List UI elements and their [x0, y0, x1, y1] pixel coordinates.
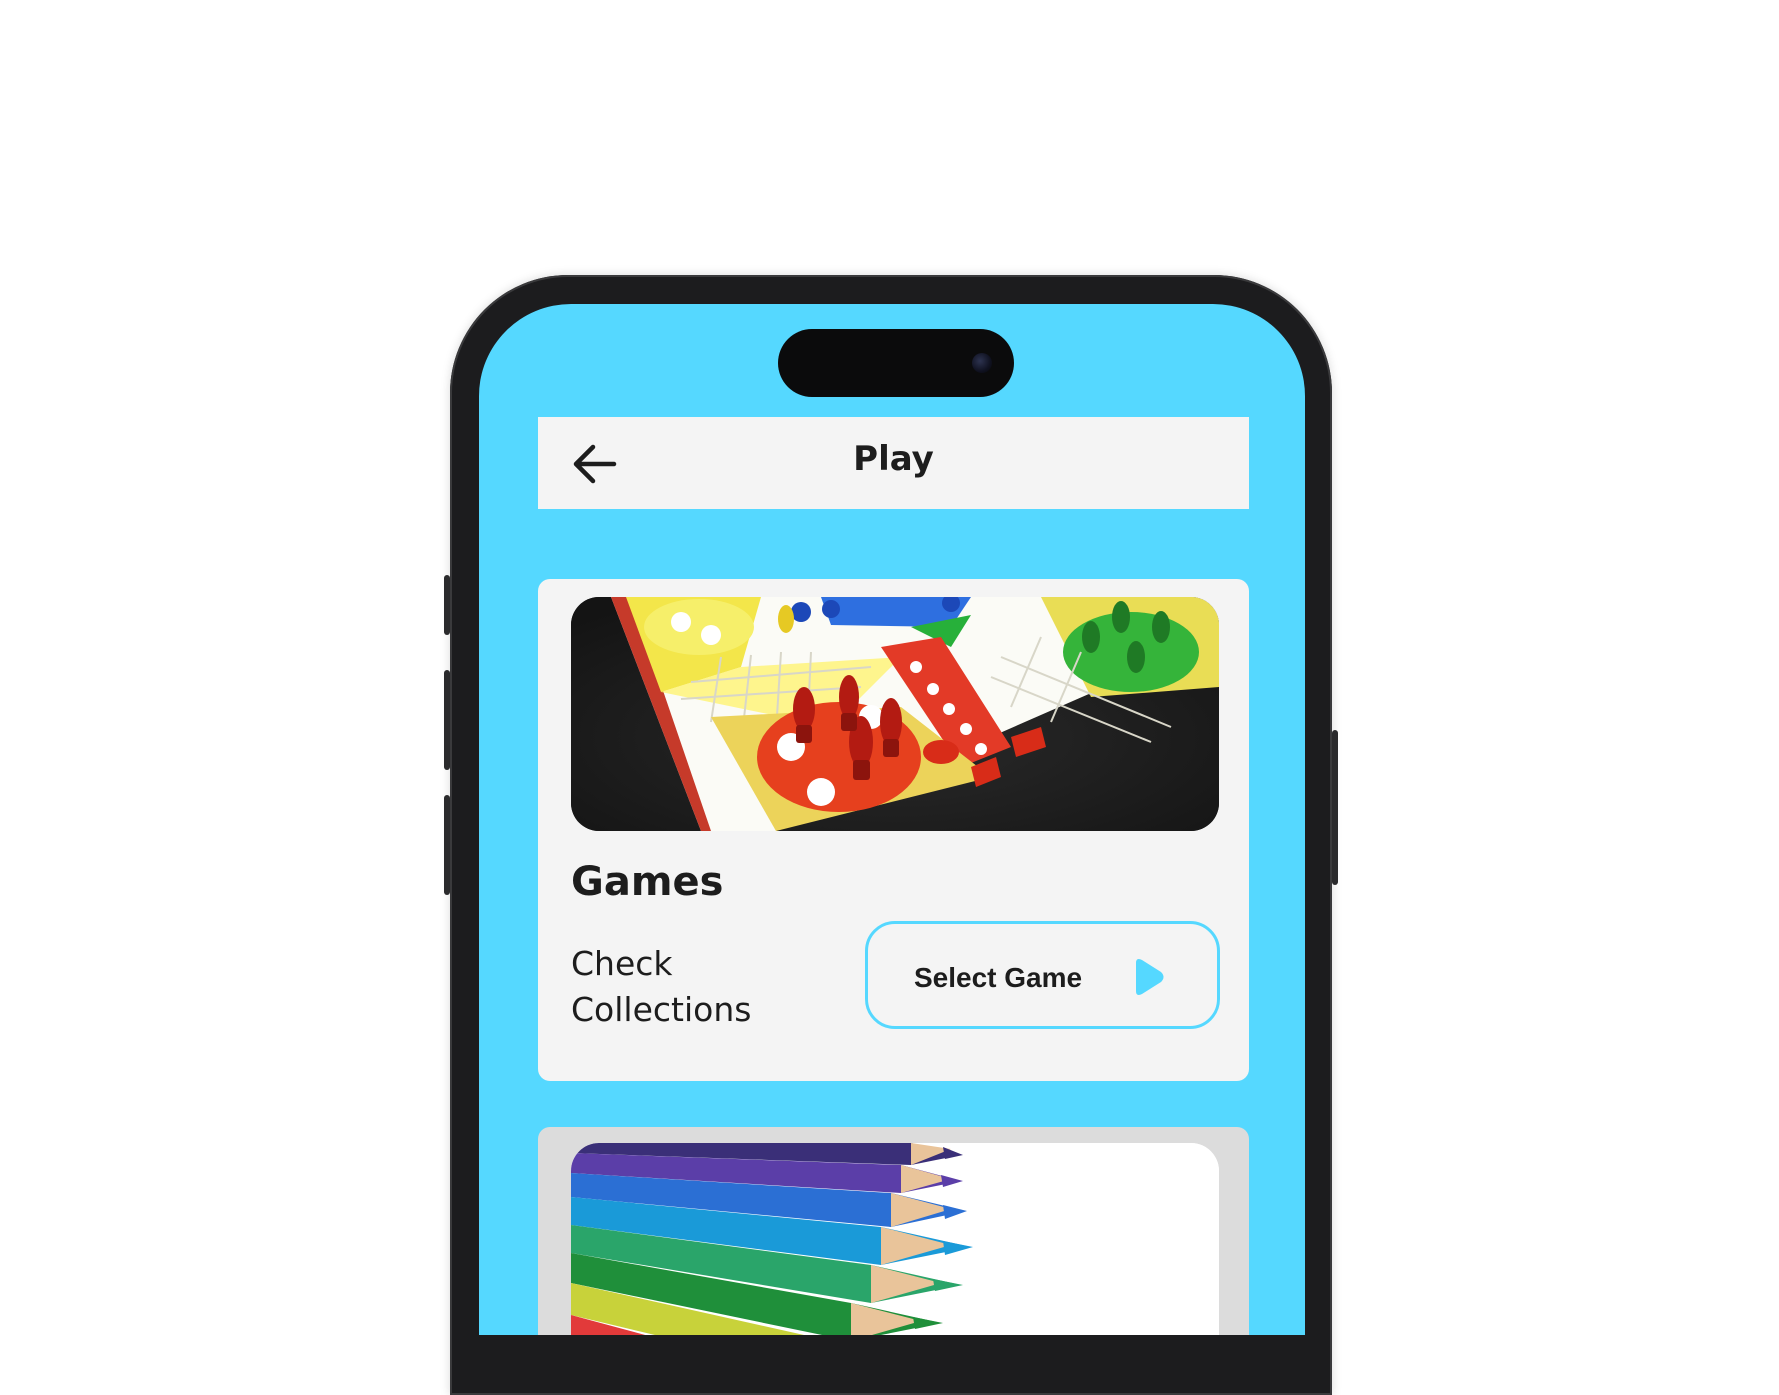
mute-switch — [444, 575, 450, 635]
colored-pencils-image[interactable] — [571, 1143, 1219, 1335]
app-header: Play — [538, 417, 1249, 509]
page-title: Play — [853, 439, 934, 479]
phone-screen: Play Games Check Collections Select Game — [479, 304, 1305, 1335]
second-card — [538, 1127, 1249, 1335]
select-game-label: Select Game — [914, 962, 1083, 993]
play-icon — [1136, 959, 1164, 995]
games-card: Games Check Collections Select Game — [538, 579, 1249, 1081]
ludo-board-image[interactable] — [571, 597, 1219, 831]
power-button — [1332, 730, 1338, 885]
select-game-button[interactable]: Select Game — [865, 921, 1220, 1029]
volume-down-button — [444, 795, 450, 895]
card-title: Games — [571, 859, 724, 905]
dynamic-island — [778, 329, 1014, 397]
volume-up-button — [444, 670, 450, 770]
card-subtitle: Check Collections — [571, 944, 752, 1029]
front-camera-icon — [972, 353, 992, 373]
